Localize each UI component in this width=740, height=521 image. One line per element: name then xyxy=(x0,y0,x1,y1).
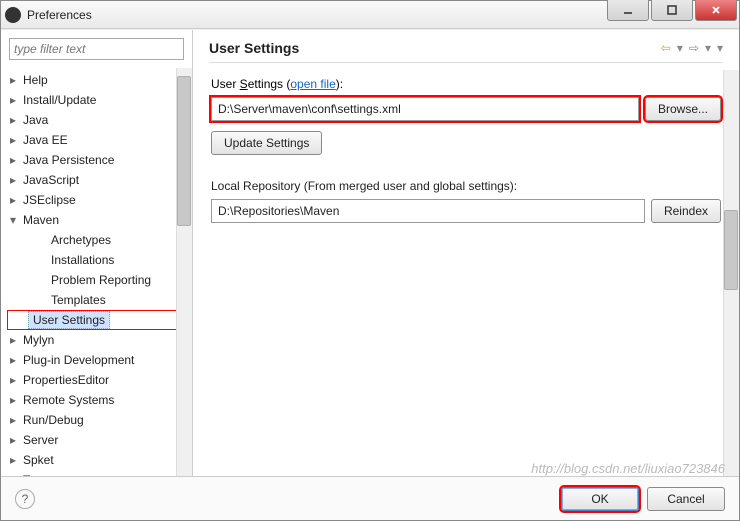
minimize-button[interactable] xyxy=(607,0,649,21)
tree-item-label: Mylyn xyxy=(23,333,54,347)
chevron-right-icon[interactable]: ▸ xyxy=(7,114,19,126)
tree-item-archetypes[interactable]: ▸Archetypes xyxy=(7,230,192,250)
right-scroll-thumb[interactable] xyxy=(724,210,738,290)
local-repo-input[interactable] xyxy=(211,199,645,223)
tree-item-user-settings[interactable]: ▸User Settings xyxy=(7,310,192,330)
tree-item-label: Problem Reporting xyxy=(51,273,151,287)
cancel-button[interactable]: Cancel xyxy=(647,487,725,511)
chevron-right-icon[interactable]: ▸ xyxy=(7,394,19,406)
tree-item-label: PropertiesEditor xyxy=(23,373,109,387)
chevron-right-icon[interactable]: ▸ xyxy=(7,374,19,386)
tree-item-label: Remote Systems xyxy=(23,393,114,407)
tree-item-label: Java xyxy=(23,113,48,127)
chevron-right-icon[interactable]: ▸ xyxy=(7,434,19,446)
chevron-right-icon[interactable]: ▸ xyxy=(7,94,19,106)
tree-item-maven[interactable]: ▾ Maven xyxy=(7,210,192,230)
reindex-button[interactable]: Reindex xyxy=(651,199,721,223)
tree-item-label: Plug-in Development xyxy=(23,353,134,367)
chevron-right-icon[interactable]: ▸ xyxy=(7,194,19,206)
tree-item-label: Java EE xyxy=(23,133,68,147)
tree-item-label: Help xyxy=(23,73,48,87)
chevron-right-icon[interactable]: ▸ xyxy=(7,134,19,146)
chevron-right-icon[interactable]: ▸ xyxy=(7,414,19,426)
tree-item-label: Spket xyxy=(23,453,54,467)
preferences-window: Preferences ▸ Help ▸ Install/Update ▸ Java ▸ Ja… xyxy=(0,0,740,521)
right-panel: User Settings ⇦ ▾ ⇨ ▾ ▾ User Settings (ope… xyxy=(193,30,739,476)
nav-arrows: ⇦ ▾ ⇨ ▾ ▾ xyxy=(661,41,723,55)
tree-item-remote-systems[interactable]: ▸ Remote Systems xyxy=(7,390,192,410)
left-scroll-thumb[interactable] xyxy=(177,76,191,226)
footer: ? OK Cancel xyxy=(1,476,739,520)
tree-item-label: Server xyxy=(23,433,58,447)
window-controls xyxy=(607,0,737,21)
tree-item-label: User Settings xyxy=(28,311,110,329)
tree-item-spket[interactable]: ▸ Spket xyxy=(7,450,192,470)
back-icon[interactable]: ⇦ xyxy=(661,41,671,55)
maximize-button[interactable] xyxy=(651,0,693,21)
chevron-down-icon[interactable]: ▾ xyxy=(7,214,19,226)
ok-button[interactable]: OK xyxy=(561,487,639,511)
form: User Settings (open file): Browse... Upd… xyxy=(193,63,739,247)
page-header: User Settings ⇦ ▾ ⇨ ▾ ▾ xyxy=(193,30,739,62)
open-file-link[interactable]: open file xyxy=(290,77,335,91)
chevron-right-icon[interactable]: ▸ xyxy=(7,174,19,186)
filter-input[interactable] xyxy=(9,38,184,60)
titlebar: Preferences xyxy=(1,1,739,29)
chevron-right-icon[interactable]: ▸ xyxy=(7,74,19,86)
tree-item-server[interactable]: ▸ Server xyxy=(7,430,192,450)
tree-item-label: Run/Debug xyxy=(23,413,84,427)
content: ▸ Help ▸ Install/Update ▸ Java ▸ Java EE ▸ Java P… xyxy=(1,29,739,476)
close-button[interactable] xyxy=(695,0,737,21)
footer-buttons: OK Cancel xyxy=(561,487,725,511)
page-title: User Settings xyxy=(209,40,299,56)
tree-item-templates[interactable]: ▸Templates xyxy=(7,290,192,310)
user-settings-label: User Settings (open file): xyxy=(211,77,721,91)
chevron-right-icon[interactable]: ▸ xyxy=(7,354,19,366)
eclipse-icon xyxy=(5,7,21,23)
tree-item-label: Java Persistence xyxy=(23,153,114,167)
tree-item-installations[interactable]: ▸Installations xyxy=(7,250,192,270)
tree-item-jseclipse[interactable]: ▸ JSEclipse xyxy=(7,190,192,210)
preferences-tree[interactable]: ▸ Help ▸ Install/Update ▸ Java ▸ Java EE ▸ Java P… xyxy=(1,68,192,476)
tree-item-java[interactable]: ▸ Java xyxy=(7,110,192,130)
local-repo-label: Local Repository (From merged user and g… xyxy=(211,179,721,193)
tree-item-mylyn[interactable]: ▸ Mylyn xyxy=(7,330,192,350)
help-icon[interactable]: ? xyxy=(15,489,35,509)
back-menu-icon[interactable]: ▾ xyxy=(677,41,683,55)
chevron-right-icon[interactable]: ▸ xyxy=(7,454,19,466)
tree-item-plug-in-development[interactable]: ▸ Plug-in Development xyxy=(7,350,192,370)
left-panel: ▸ Help ▸ Install/Update ▸ Java ▸ Java EE ▸ Java P… xyxy=(1,30,193,476)
tree-wrap: ▸ Help ▸ Install/Update ▸ Java ▸ Java EE ▸ Java P… xyxy=(1,68,192,476)
window-title: Preferences xyxy=(27,8,92,22)
tree-item-run-debug[interactable]: ▸ Run/Debug xyxy=(7,410,192,430)
tree-item-install-update[interactable]: ▸ Install/Update xyxy=(7,90,192,110)
tree-item-javascript[interactable]: ▸ JavaScript xyxy=(7,170,192,190)
user-settings-row: Browse... xyxy=(211,97,721,121)
tree-item-label: Installations xyxy=(51,253,114,267)
tree-item-label: JSEclipse xyxy=(23,193,76,207)
forward-icon[interactable]: ⇨ xyxy=(689,41,699,55)
tree-item-java-ee[interactable]: ▸ Java EE xyxy=(7,130,192,150)
local-repo-row: Reindex xyxy=(211,199,721,223)
user-settings-path-input[interactable] xyxy=(211,97,639,121)
tree-item-label: Install/Update xyxy=(23,93,96,107)
tree-item-problem-reporting[interactable]: ▸Problem Reporting xyxy=(7,270,192,290)
forward-menu-icon[interactable]: ▾ xyxy=(705,41,711,55)
tree-item-label: Templates xyxy=(51,293,106,307)
tree-item-help[interactable]: ▸ Help xyxy=(7,70,192,90)
filter-wrap xyxy=(1,30,192,68)
left-scrollbar[interactable] xyxy=(176,68,192,476)
tree-item-label: JavaScript xyxy=(23,173,79,187)
tree-item-label: Archetypes xyxy=(51,233,111,247)
tree-item-java-persistence[interactable]: ▸ Java Persistence xyxy=(7,150,192,170)
right-scrollbar[interactable] xyxy=(723,70,739,476)
view-menu-icon[interactable]: ▾ xyxy=(717,41,723,55)
tree-item-propertieseditor[interactable]: ▸ PropertiesEditor xyxy=(7,370,192,390)
tree-item-label: Maven xyxy=(23,213,59,227)
browse-button[interactable]: Browse... xyxy=(645,97,721,121)
update-settings-button[interactable]: Update Settings xyxy=(211,131,322,155)
chevron-right-icon[interactable]: ▸ xyxy=(7,334,19,346)
chevron-right-icon[interactable]: ▸ xyxy=(7,154,19,166)
